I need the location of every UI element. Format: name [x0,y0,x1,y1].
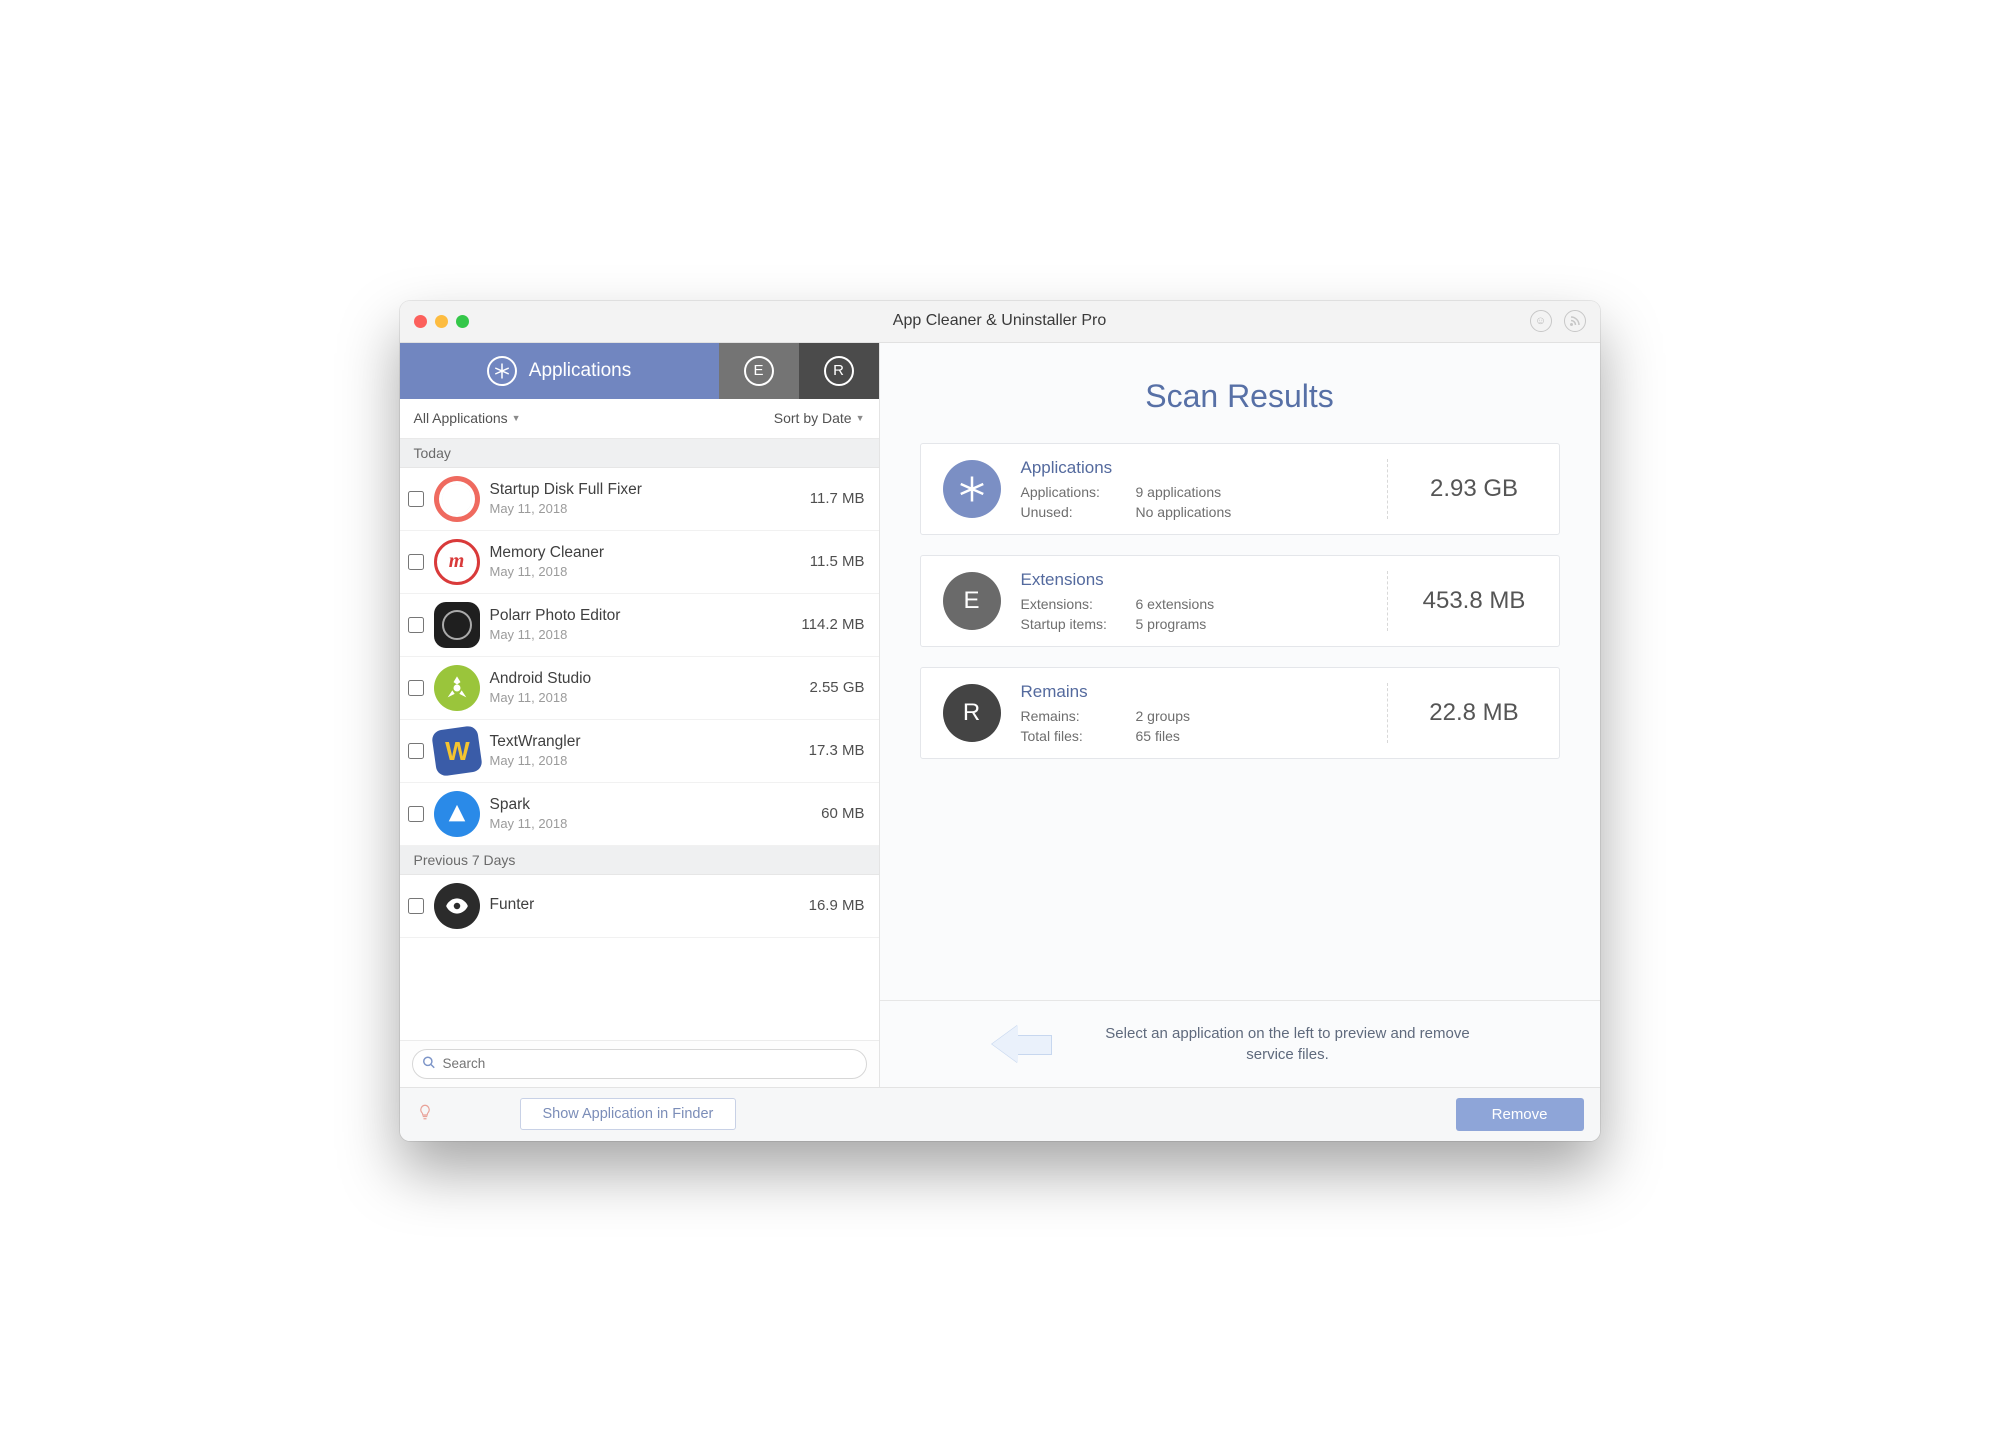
app-name: TextWrangler [490,733,799,751]
list-item[interactable]: Funter 16.9 MB [400,875,879,938]
section-prev7: Previous 7 Days [400,846,879,875]
list-item[interactable]: Spark May 11, 2018 60 MB [400,783,879,846]
kv-key: Total files: [1021,728,1136,744]
kv-key: Remains: [1021,708,1136,724]
app-list: Today Startup Disk Full Fixer May 11, 20… [400,439,879,1040]
app-icon [434,883,480,929]
tab-extensions[interactable]: E [719,343,799,399]
scan-results-title: Scan Results [880,378,1600,415]
hint-text: Select an application on the left to pre… [1088,1023,1488,1065]
app-date: May 11, 2018 [490,501,800,516]
select-checkbox[interactable] [408,806,424,822]
card-remains[interactable]: R Remains Remains: 2 groups Total files:… [920,667,1560,759]
bottom-bar: Show Application in Finder Remove [400,1087,1600,1141]
app-size: 17.3 MB [809,742,865,759]
app-window: App Cleaner & Uninstaller Pro ☺ Applicat… [400,301,1600,1141]
chevron-down-icon: ▼ [856,413,865,423]
app-name: Memory Cleaner [490,544,800,562]
card-size: 22.8 MB [1387,683,1537,743]
kv-val: 6 extensions [1136,596,1367,612]
titlebar: App Cleaner & Uninstaller Pro ☺ [400,301,1600,343]
kv-key: Applications: [1021,484,1136,500]
card-extensions[interactable]: E Extensions Extensions: 6 extensions St… [920,555,1560,647]
kv-val: No applications [1136,504,1367,520]
app-icon: W [431,725,483,777]
select-checkbox[interactable] [408,898,424,914]
chevron-down-icon: ▼ [512,413,521,423]
app-size: 60 MB [821,805,864,822]
app-date: May 11, 2018 [490,753,799,768]
app-size: 16.9 MB [809,897,865,914]
tab-applications[interactable]: Applications [400,343,719,399]
kv-key: Extensions: [1021,596,1136,612]
list-item[interactable]: m Memory Cleaner May 11, 2018 11.5 MB [400,531,879,594]
select-checkbox[interactable] [408,617,424,633]
app-size: 11.5 MB [810,553,865,570]
app-name: Polarr Photo Editor [490,607,792,625]
app-name: Funter [490,896,799,914]
search-wrap [400,1040,879,1087]
app-icon: m [434,539,480,585]
list-item[interactable]: Android Studio May 11, 2018 2.55 GB [400,657,879,720]
main-panel: Scan Results Applications Applications: … [880,343,1600,1087]
hint-bar: Select an application on the left to pre… [880,1000,1600,1087]
app-icon [434,791,480,837]
extensions-icon: E [744,356,774,386]
select-checkbox[interactable] [408,680,424,696]
app-icon [434,665,480,711]
kv-key: Unused: [1021,504,1136,520]
app-date: May 11, 2018 [490,816,812,831]
arrow-left-icon [992,1025,1052,1063]
select-checkbox[interactable] [408,491,424,507]
app-date: May 11, 2018 [490,627,792,642]
app-size: 11.7 MB [810,490,865,507]
remove-button[interactable]: Remove [1456,1098,1584,1131]
app-date: May 11, 2018 [490,564,800,579]
app-name: Spark [490,796,812,814]
filter-label: All Applications [414,410,508,426]
kv-val: 2 groups [1136,708,1367,724]
search-input[interactable] [412,1049,867,1079]
sidebar: Applications E R All Applications ▼ Sort… [400,343,880,1087]
applications-icon [487,356,517,386]
app-size: 114.2 MB [801,616,864,633]
kv-key: Startup items: [1021,616,1136,632]
card-title: Extensions [1021,570,1367,590]
card-size: 2.93 GB [1387,459,1537,519]
list-item[interactable]: Startup Disk Full Fixer May 11, 2018 11.… [400,468,879,531]
list-item[interactable]: Polarr Photo Editor May 11, 2018 114.2 M… [400,594,879,657]
extensions-icon: E [943,572,1001,630]
section-today: Today [400,439,879,468]
list-item[interactable]: W TextWrangler May 11, 2018 17.3 MB [400,720,879,783]
search-icon [422,1055,436,1072]
filter-dropdown[interactable]: All Applications ▼ [414,410,521,426]
card-size: 453.8 MB [1387,571,1537,631]
sort-label: Sort by Date [774,410,852,426]
tab-remains[interactable]: R [799,343,879,399]
app-name: Android Studio [490,670,800,688]
show-in-finder-button[interactable]: Show Application in Finder [520,1098,737,1130]
card-title: Remains [1021,682,1367,702]
app-date: May 11, 2018 [490,690,800,705]
remains-icon: R [943,684,1001,742]
category-tabs: Applications E R [400,343,879,399]
app-icon [434,602,480,648]
window-title: App Cleaner & Uninstaller Pro [400,312,1600,330]
kv-val: 65 files [1136,728,1367,744]
sort-dropdown[interactable]: Sort by Date ▼ [774,410,865,426]
select-checkbox[interactable] [408,743,424,759]
app-name: Startup Disk Full Fixer [490,481,800,499]
tab-applications-label: Applications [529,360,631,382]
kv-val: 5 programs [1136,616,1367,632]
kv-val: 9 applications [1136,484,1367,500]
lightbulb-icon[interactable] [416,1101,434,1128]
app-size: 2.55 GB [809,679,864,696]
select-checkbox[interactable] [408,554,424,570]
card-title: Applications [1021,458,1367,478]
card-applications[interactable]: Applications Applications: 9 application… [920,443,1560,535]
filter-bar: All Applications ▼ Sort by Date ▼ [400,399,879,439]
applications-icon [943,460,1001,518]
app-icon [434,476,480,522]
remains-icon: R [824,356,854,386]
